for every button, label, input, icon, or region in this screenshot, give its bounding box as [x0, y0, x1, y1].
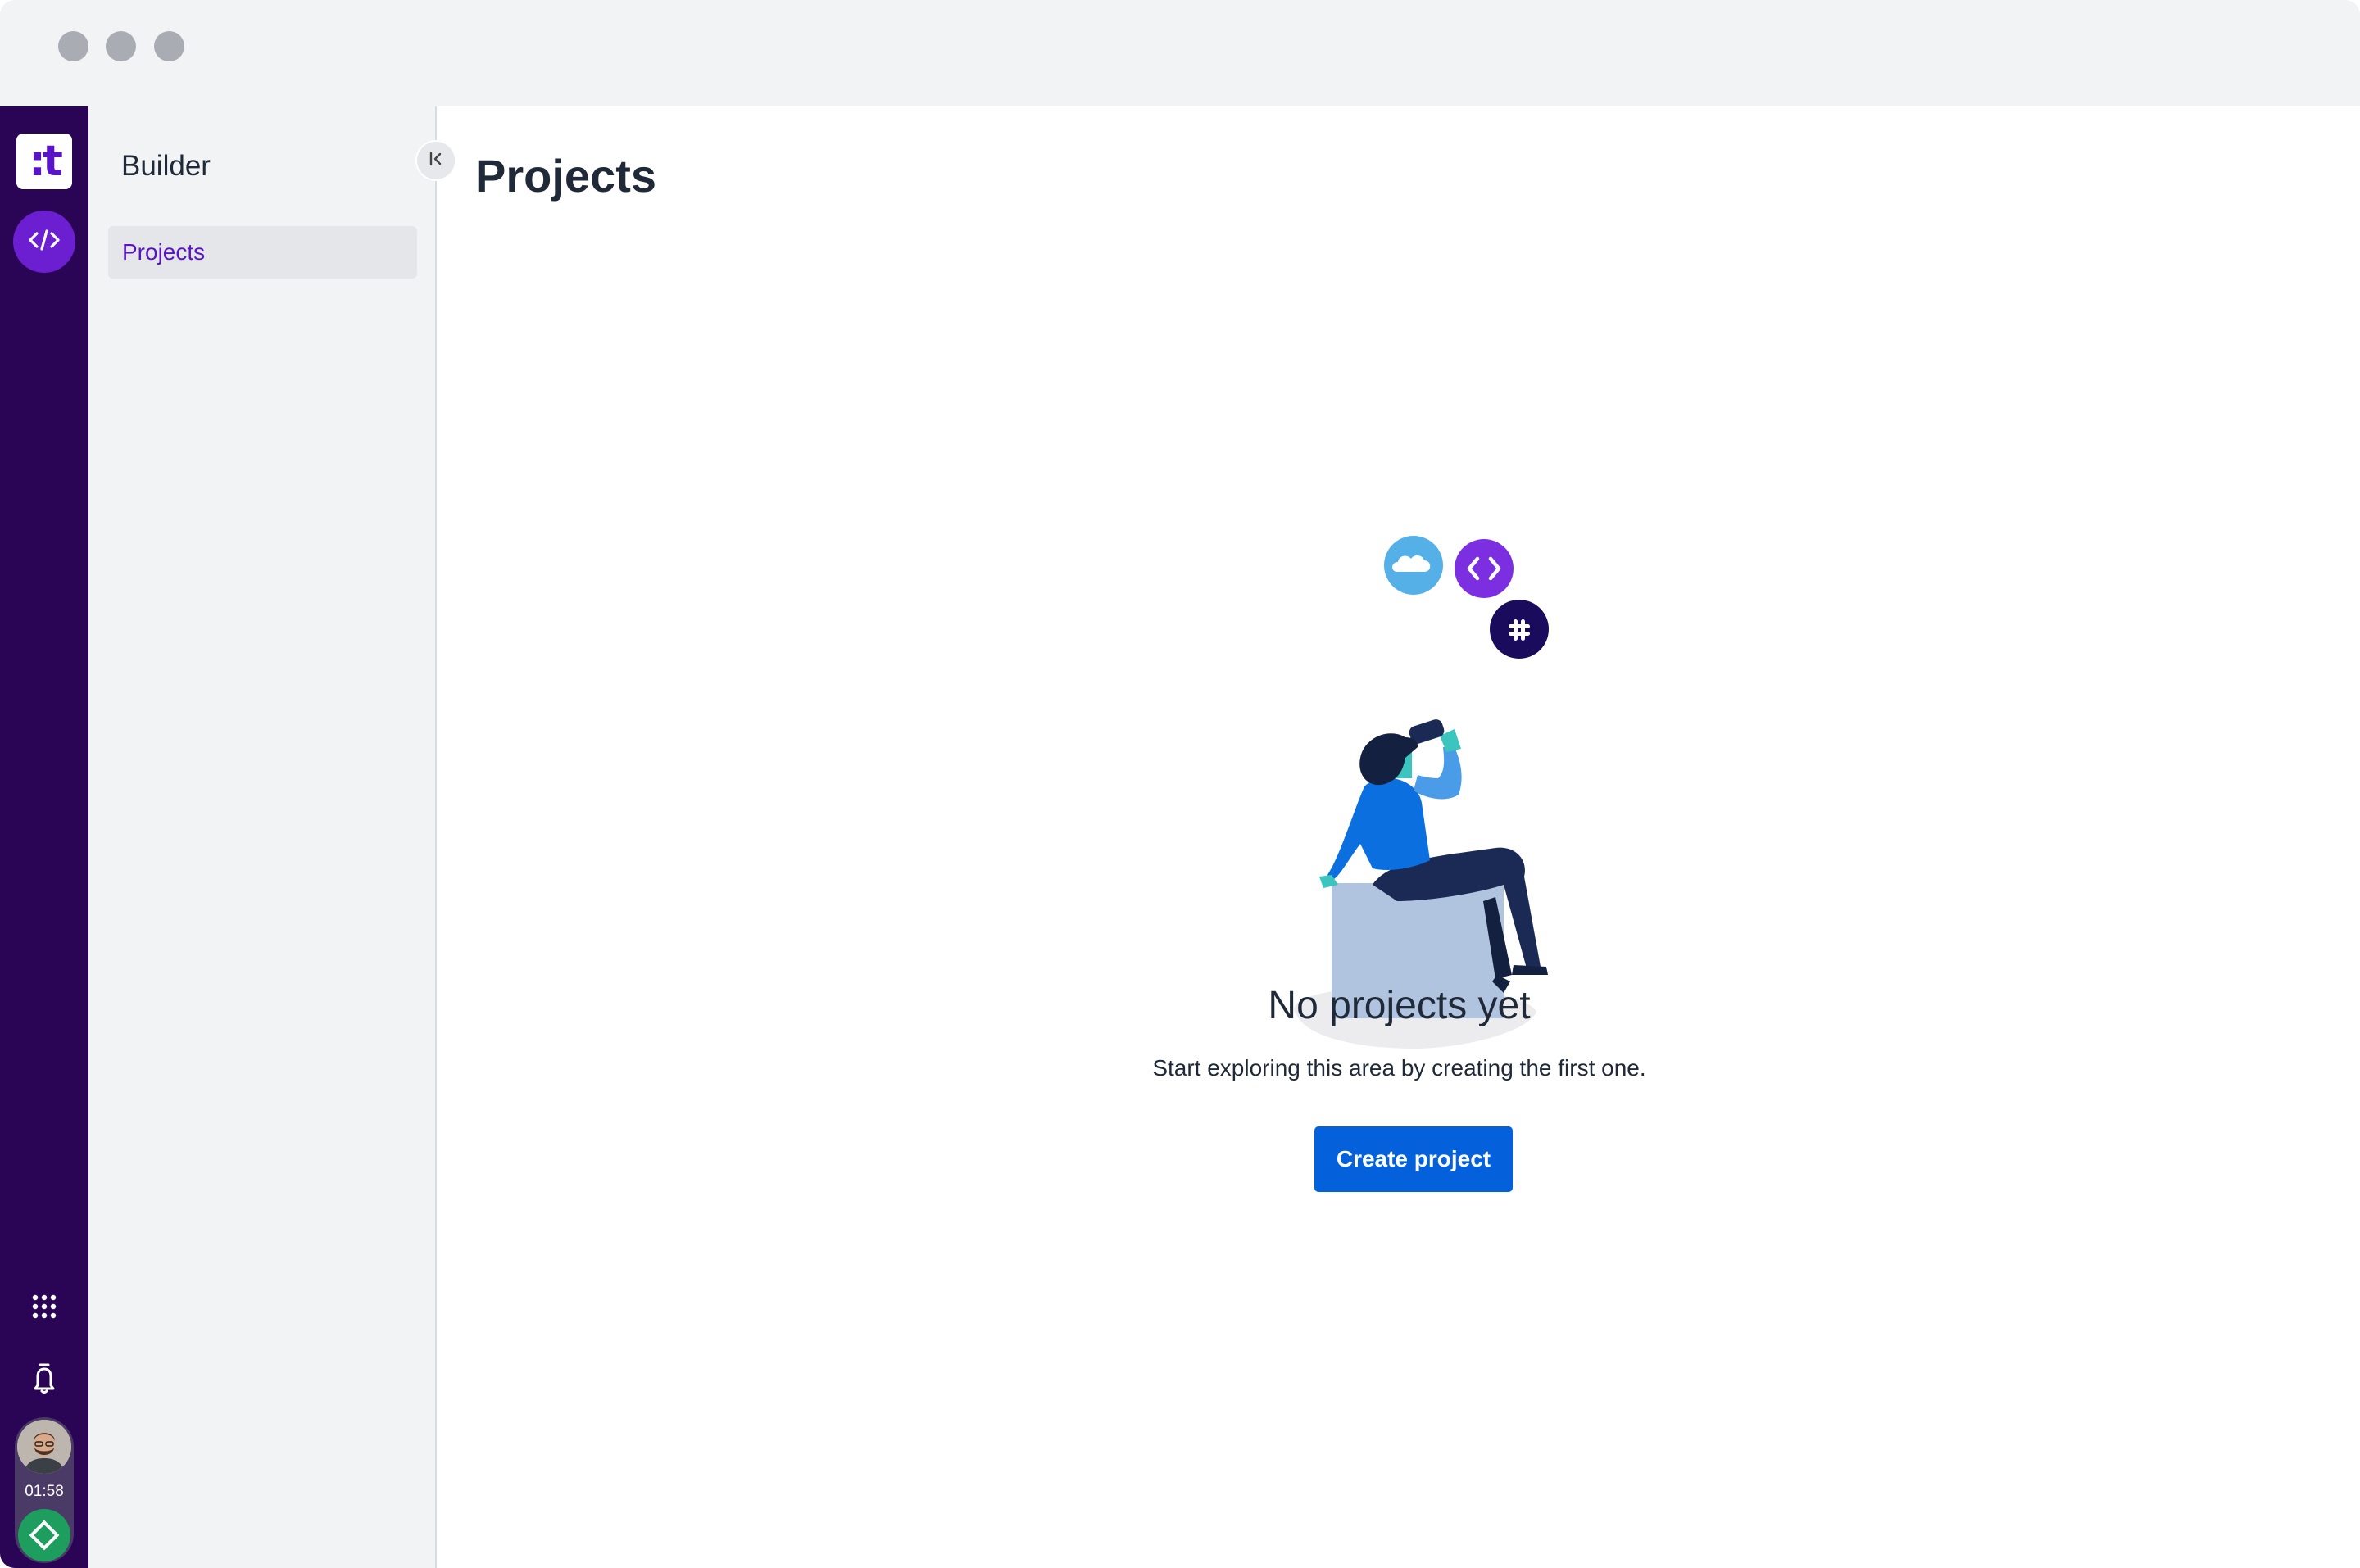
apps-grid-icon[interactable] — [24, 1286, 65, 1327]
app-logo[interactable]: :t — [16, 134, 72, 189]
collapse-sidebar-button[interactable] — [415, 140, 456, 181]
avatar[interactable] — [17, 1420, 71, 1474]
window-close-button[interactable] — [58, 31, 88, 61]
status-online-icon[interactable] — [18, 1509, 70, 1561]
user-status-pill[interactable]: 01:58 — [15, 1417, 74, 1563]
main-content: Projects No projects yet Start exploring… — [438, 106, 2360, 1568]
window-minimize-button[interactable] — [106, 31, 136, 61]
sidebar-item-label: Projects — [122, 239, 206, 265]
session-timer: 01:58 — [25, 1483, 64, 1500]
empty-state-subtitle: Start exploring this area by creating th… — [1152, 1055, 1646, 1081]
sidebar-title: Builder — [121, 150, 211, 182]
create-project-button[interactable]: Create project — [1314, 1126, 1513, 1192]
window-titlebar — [0, 0, 2360, 106]
window-maximize-button[interactable] — [154, 31, 184, 61]
app-rail: :t 01:58 — [0, 106, 88, 1568]
page-title: Projects — [475, 150, 656, 202]
app-logo-text: :t — [29, 137, 63, 186]
collapse-left-icon — [427, 150, 445, 172]
code-icon — [28, 228, 61, 256]
secondary-sidebar: Builder Projects — [88, 106, 456, 1568]
rail-item-builder[interactable] — [13, 211, 75, 273]
sidebar-item-projects[interactable]: Projects — [108, 226, 417, 279]
bell-icon[interactable] — [24, 1358, 65, 1399]
empty-state-title: No projects yet — [1268, 984, 1531, 1027]
